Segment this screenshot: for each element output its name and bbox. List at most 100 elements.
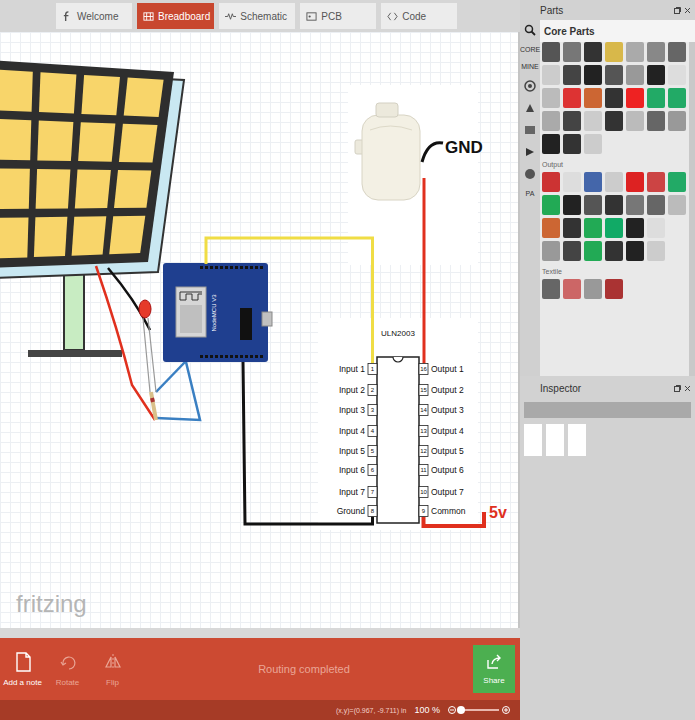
part-icon[interactable] xyxy=(563,88,581,108)
part-icon[interactable] xyxy=(542,172,560,192)
part-icon[interactable] xyxy=(605,111,623,131)
zoom-in-icon[interactable] xyxy=(502,706,510,714)
resistor[interactable] xyxy=(151,392,156,420)
part-icon[interactable] xyxy=(563,111,581,131)
view-tab[interactable]: Welcome xyxy=(56,3,132,29)
part-icon[interactable] xyxy=(542,218,560,238)
chip-pin[interactable]: 1Input 1 xyxy=(339,364,377,375)
part-icon[interactable] xyxy=(626,218,644,238)
view-tab[interactable]: Breadboard xyxy=(137,3,214,29)
part-icon[interactable] xyxy=(605,42,623,62)
part-icon[interactable] xyxy=(584,172,602,192)
part-icon[interactable] xyxy=(542,111,560,131)
part-icon[interactable] xyxy=(668,111,686,131)
part-icon[interactable] xyxy=(542,65,560,85)
chip-pin[interactable]: 2Input 2 xyxy=(339,385,377,396)
part-icon[interactable] xyxy=(605,241,623,261)
share-button[interactable]: Share xyxy=(473,645,515,693)
chip-pin[interactable]: 4Input 4 xyxy=(339,426,377,437)
part-icon[interactable] xyxy=(605,195,623,215)
part-icon[interactable] xyxy=(563,218,581,238)
part-icon[interactable] xyxy=(626,172,644,192)
part-icon[interactable] xyxy=(563,279,581,299)
toolbar-button[interactable]: Add a note xyxy=(0,652,45,687)
part-icon[interactable] xyxy=(605,88,623,108)
part-icon[interactable] xyxy=(626,195,644,215)
chip-pin[interactable]: 6Input 6 xyxy=(339,465,377,476)
nodemcu-board[interactable]: NodeMCU V3 xyxy=(163,263,272,362)
chip-pin[interactable]: 10Output 7 xyxy=(419,487,464,498)
chip-pin[interactable]: 13Output 4 xyxy=(419,426,464,437)
breadboard-canvas[interactable]: NodeMCU V3GND5vULN20031Input 12Input 23I… xyxy=(0,32,520,628)
solar-panel[interactable] xyxy=(0,60,184,278)
part-icon[interactable] xyxy=(584,134,602,154)
view-tab[interactable]: Schematic xyxy=(219,3,295,29)
part-icon[interactable] xyxy=(605,172,623,192)
part-icon[interactable] xyxy=(563,65,581,85)
zoom-slider[interactable] xyxy=(459,709,499,711)
part-icon[interactable] xyxy=(647,241,665,261)
chip-pin[interactable]: 14Output 3 xyxy=(419,405,464,416)
part-icon[interactable] xyxy=(647,42,665,62)
view-tab[interactable]: Code xyxy=(381,3,457,29)
toolbar-button[interactable]: Flip xyxy=(90,652,135,687)
chip-pin[interactable]: 11Output 6 xyxy=(419,465,464,476)
zoom-knob[interactable] xyxy=(457,706,465,714)
part-icon[interactable] xyxy=(668,195,686,215)
bin-tab[interactable]: PA xyxy=(526,190,535,197)
chip-pin[interactable]: 15Output 2 xyxy=(419,385,464,396)
wires[interactable] xyxy=(206,143,484,526)
part-icon[interactable] xyxy=(668,65,686,85)
bin-tab[interactable]: CORE xyxy=(520,46,540,53)
uln2003-chip[interactable]: ULN20031Input 12Input 23Input 34Input 45… xyxy=(337,329,466,523)
part-icon[interactable] xyxy=(542,134,560,154)
part-icon[interactable] xyxy=(668,172,686,192)
chip-pin[interactable]: 8Ground xyxy=(337,506,377,517)
part-icon[interactable] xyxy=(584,279,602,299)
chip-pin[interactable]: 3Input 3 xyxy=(339,405,377,416)
horizontal-scrollbar[interactable] xyxy=(0,628,520,638)
part-icon[interactable] xyxy=(584,241,602,261)
part-icon[interactable] xyxy=(542,195,560,215)
part-icon[interactable] xyxy=(668,42,686,62)
view-tab[interactable]: PCB xyxy=(300,3,376,29)
water-pump[interactable] xyxy=(355,103,420,200)
part-icon[interactable] xyxy=(647,65,665,85)
part-icon[interactable] xyxy=(605,65,623,85)
chip-pin[interactable]: 12Output 5 xyxy=(419,446,464,457)
part-icon[interactable] xyxy=(605,279,623,299)
part-icon[interactable] xyxy=(584,42,602,62)
part-icon[interactable] xyxy=(626,241,644,261)
part-icon[interactable] xyxy=(647,195,665,215)
part-icon[interactable] xyxy=(605,218,623,238)
toolbar-button[interactable]: Rotate xyxy=(45,652,90,687)
part-icon[interactable] xyxy=(563,172,581,192)
part-icon[interactable] xyxy=(647,172,665,192)
part-icon[interactable] xyxy=(563,134,581,154)
part-icon[interactable] xyxy=(647,218,665,238)
chip-pin[interactable]: 16Output 1 xyxy=(419,364,464,375)
part-icon[interactable] xyxy=(584,88,602,108)
part-icon[interactable] xyxy=(626,111,644,131)
part-icon[interactable] xyxy=(647,88,665,108)
part-icon[interactable] xyxy=(647,111,665,131)
zoom-out-icon[interactable] xyxy=(448,706,456,714)
part-icon[interactable] xyxy=(584,111,602,131)
part-icon[interactable] xyxy=(626,65,644,85)
part-icon[interactable] xyxy=(584,195,602,215)
chip-pin[interactable]: 9Common xyxy=(419,506,466,517)
part-icon[interactable] xyxy=(542,42,560,62)
bin-tab[interactable]: MINE xyxy=(521,63,539,70)
part-icon[interactable] xyxy=(542,279,560,299)
part-icon[interactable] xyxy=(584,218,602,238)
part-icon[interactable] xyxy=(542,88,560,108)
part-icon[interactable] xyxy=(668,88,686,108)
led[interactable] xyxy=(139,300,156,392)
part-icon[interactable] xyxy=(584,65,602,85)
part-icon[interactable] xyxy=(626,88,644,108)
part-icon[interactable] xyxy=(563,241,581,261)
chip-pin[interactable]: 7Input 7 xyxy=(339,487,377,498)
part-icon[interactable] xyxy=(563,42,581,62)
part-icon[interactable] xyxy=(563,195,581,215)
chip-pin[interactable]: 5Input 5 xyxy=(339,446,377,457)
